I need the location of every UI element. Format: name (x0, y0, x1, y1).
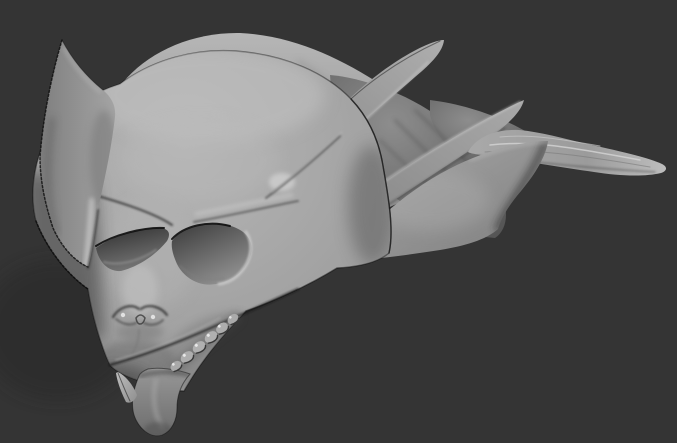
brow-boss-highlight (269, 173, 295, 191)
viewport-canvas[interactable] (0, 0, 677, 443)
nostril-glint-left (120, 312, 126, 318)
nostril-glint-right (150, 314, 156, 320)
sculpt-viewport[interactable] (0, 0, 677, 443)
